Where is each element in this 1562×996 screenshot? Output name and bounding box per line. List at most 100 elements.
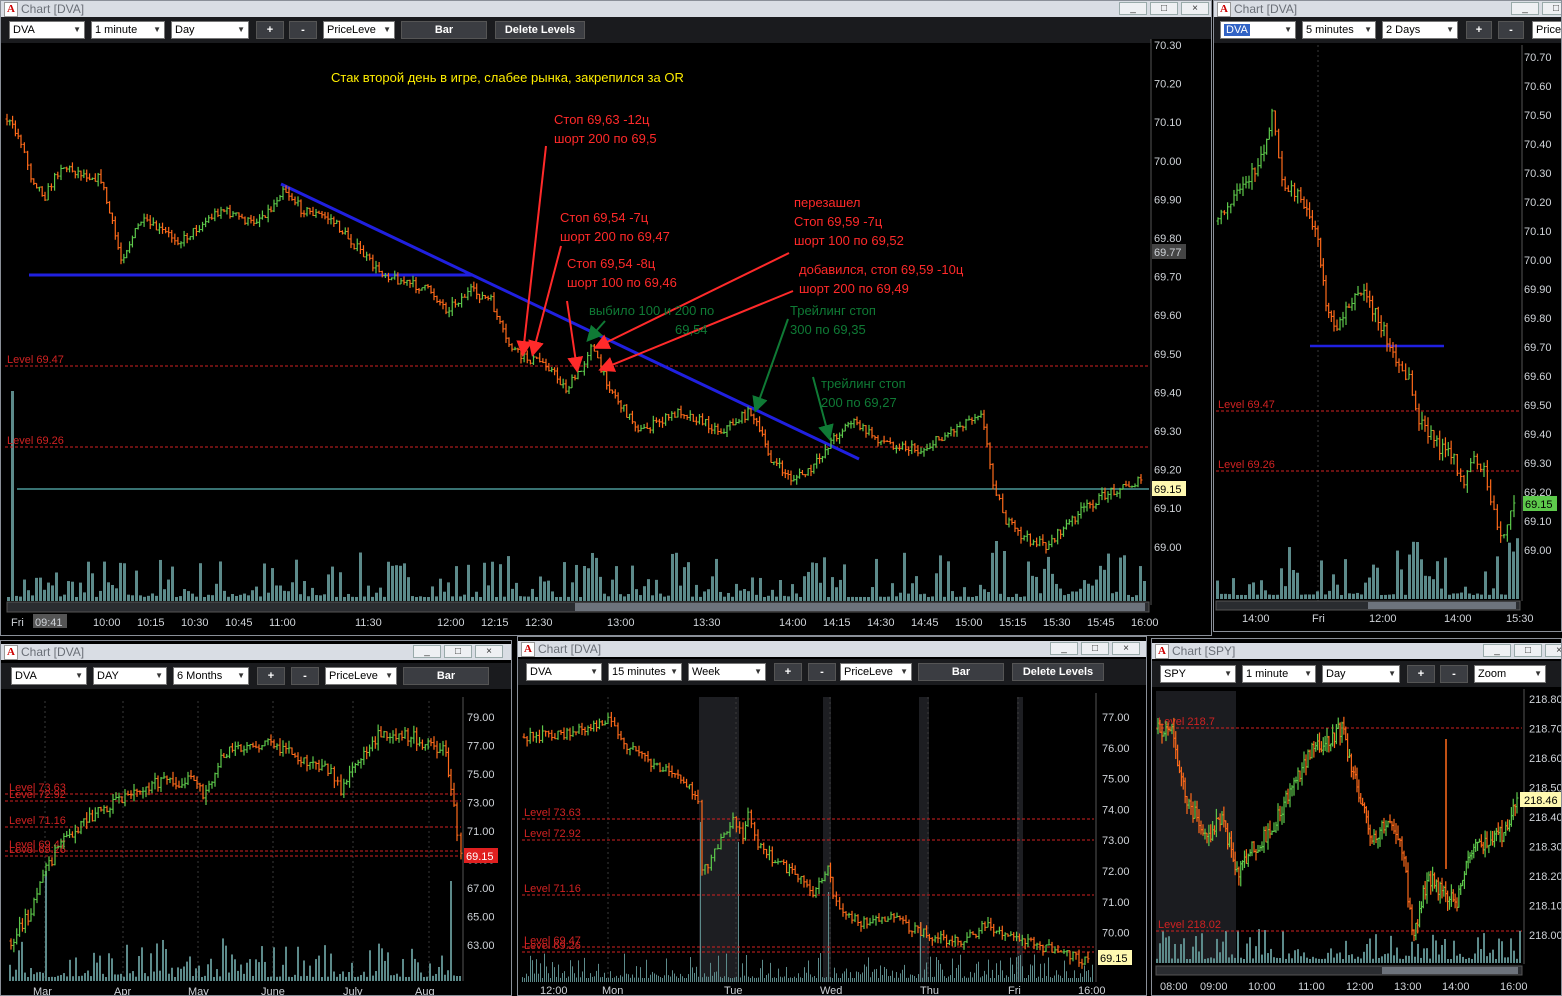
volume-bar xyxy=(294,974,296,981)
volume-bar xyxy=(871,587,874,601)
time-axis-tick: 15:30 xyxy=(1043,617,1071,629)
price-axis-tick: 218.30 xyxy=(1529,842,1562,854)
volume-bar xyxy=(1492,949,1494,963)
volume-bar xyxy=(999,593,1002,601)
price-axis-tick: 218.10 xyxy=(1529,901,1562,913)
volume-bar xyxy=(207,594,210,601)
volume-bar xyxy=(858,972,859,982)
volume-bar xyxy=(891,583,894,601)
price-axis-tick: 69.60 xyxy=(1154,310,1182,322)
volume-bar xyxy=(1015,593,1018,601)
volume-bar xyxy=(431,586,434,601)
volume-bar xyxy=(279,585,282,601)
volume-bar xyxy=(1092,964,1093,982)
volume-bar xyxy=(780,976,781,982)
volume-bar xyxy=(147,595,150,601)
volume-bar xyxy=(372,975,374,981)
bm-chart-canvas[interactable]: Level 73.63 Level 72.92 Level 71.16 Level 6… xyxy=(518,637,1147,996)
volume-bar xyxy=(93,952,95,981)
last-price-label: 218.46 xyxy=(1524,795,1558,807)
volume-bar xyxy=(247,595,250,601)
time-axis-tick: Aug xyxy=(415,986,435,996)
volume-bar xyxy=(1058,974,1059,982)
main-chart-canvas[interactable]: Level 69.47 Level 69.26 70.30 70.20 70.10 70… xyxy=(1,1,1212,636)
volume-bar xyxy=(730,977,731,982)
volume-bar xyxy=(1384,594,1387,599)
scrollbar-thumb[interactable] xyxy=(575,603,1145,611)
volume-bar xyxy=(383,596,386,601)
volume-bar xyxy=(411,596,414,601)
volume-bar xyxy=(414,958,416,981)
volume-bar xyxy=(1032,965,1033,982)
volume-bar xyxy=(271,568,274,601)
volume-bar xyxy=(471,596,474,601)
volume-bar xyxy=(706,976,707,982)
scrollbar-thumb[interactable] xyxy=(1368,602,1516,609)
volume-bar xyxy=(1417,943,1419,963)
volume-bar xyxy=(87,970,89,981)
volume-bar xyxy=(778,968,779,982)
volume-bar xyxy=(766,975,767,982)
volume-bar xyxy=(540,963,541,982)
volume-bar xyxy=(1504,594,1507,599)
volume-bar xyxy=(643,586,646,601)
volume-bar xyxy=(904,964,905,982)
volume-bar xyxy=(273,947,275,981)
volume-bar xyxy=(767,595,770,601)
volume-bar xyxy=(1303,952,1305,963)
volume-bar xyxy=(399,976,401,981)
volume-bar xyxy=(405,976,407,981)
volume-bar xyxy=(1225,930,1227,963)
br-chart-canvas[interactable]: Level 218.7Level 218.02 218.80218.70218.… xyxy=(1152,639,1562,996)
volume-bar xyxy=(538,973,539,982)
time-axis-tick: Apr xyxy=(114,986,131,996)
bl-chart-canvas[interactable]: Level 73.63Level 72.92Level 71.16Level 6… xyxy=(1,641,512,996)
scrollbar-thumb[interactable] xyxy=(1382,967,1518,974)
volume-bar xyxy=(1064,960,1065,982)
volume-bar xyxy=(907,593,910,601)
volume-bar xyxy=(138,956,140,981)
volume-bar xyxy=(1054,975,1055,982)
volume-bar xyxy=(963,587,966,601)
volume-bar xyxy=(851,596,854,601)
volume-bar xyxy=(459,976,461,981)
volume-bar xyxy=(78,976,80,981)
volume-bar xyxy=(1016,957,1017,982)
volume-bar xyxy=(1059,588,1062,601)
volume-bar xyxy=(300,976,302,981)
volume-bar xyxy=(1352,593,1355,599)
volume-bar xyxy=(870,977,871,982)
volume-bar xyxy=(115,588,118,601)
volume-bar xyxy=(666,958,667,982)
volume-bar xyxy=(249,959,251,981)
volume-bar xyxy=(168,973,170,981)
volume-bar xyxy=(694,972,695,982)
volume-bar xyxy=(964,976,965,982)
volume-bar xyxy=(862,972,863,982)
volume-bar xyxy=(556,976,557,982)
volume-bar xyxy=(1048,957,1049,982)
volume-bar xyxy=(918,974,919,982)
price-level-label: Level 69.26 xyxy=(7,435,64,447)
volume-bar xyxy=(852,977,853,982)
price-axis-tick: 69.50 xyxy=(1524,400,1552,412)
volume-bar xyxy=(886,968,887,982)
volume-bar xyxy=(1115,591,1118,601)
volume-bar xyxy=(1472,594,1475,599)
volume-bar xyxy=(1447,958,1449,963)
tr-chart-canvas[interactable]: Level 69.47 Level 69.26 70.70 70.60 70.50 70… xyxy=(1214,1,1562,632)
volume-bar xyxy=(847,596,850,601)
volume-bar xyxy=(123,563,126,601)
volume-bar xyxy=(1450,958,1452,963)
volume-bar xyxy=(207,964,209,981)
volume-bar xyxy=(704,973,705,982)
volume-bar xyxy=(819,582,822,601)
volume-bar xyxy=(544,953,545,982)
time-axis-tick: Mon xyxy=(602,985,623,996)
volume-bar xyxy=(1344,559,1347,599)
volume-bar xyxy=(771,589,774,601)
volume-bar xyxy=(60,974,62,981)
volume-bar xyxy=(1052,977,1053,982)
main-chart-window: A Chart [DVA] _ □ × DVA 1 minute Day + -… xyxy=(0,0,1212,636)
volume-bar xyxy=(687,562,690,601)
